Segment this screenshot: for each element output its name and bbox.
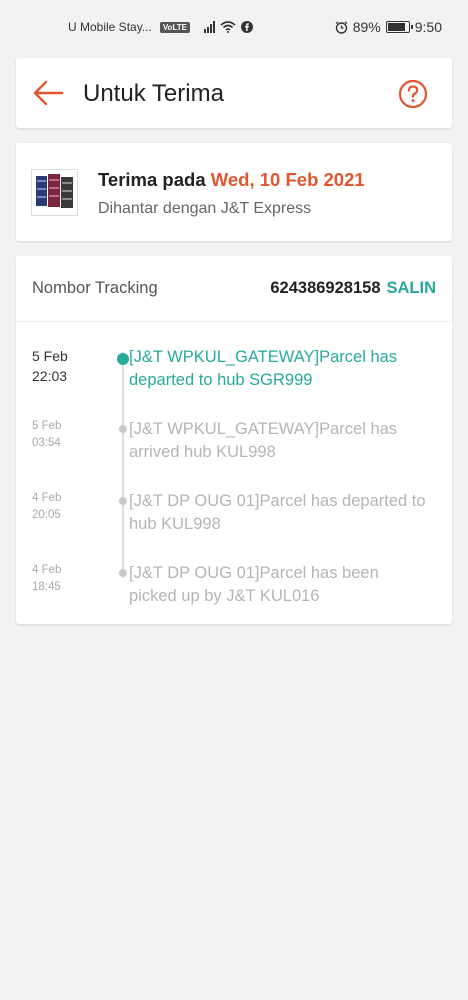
delivery-info-card: Terima pada Wed, 10 Feb 2021 Dihantar de… (16, 143, 452, 241)
timeline-dot (119, 425, 127, 433)
event-date: 4 Feb (32, 564, 62, 576)
carrier-name: U Mobile Stay... (68, 20, 152, 34)
event-datetime: 4 Feb 20:05 (32, 490, 92, 523)
event-date: 5 Feb (32, 420, 62, 432)
alarm-icon (335, 20, 348, 34)
event-time: 03:54 (32, 436, 61, 449)
receive-by-line: Terima pada Wed, 10 Feb 2021 (98, 169, 365, 191)
event-date: 4 Feb (32, 492, 62, 504)
arrow-left-icon[interactable] (32, 80, 64, 106)
tracking-card: Nombor Tracking 624386928158 SALIN 5 Feb… (16, 256, 452, 624)
signal-icon (203, 21, 215, 33)
product-image (32, 170, 77, 215)
wifi-icon (220, 21, 236, 33)
battery-percent: 89% (352, 19, 381, 35)
facebook-icon (240, 21, 253, 33)
clock: 9:50 (414, 19, 442, 35)
tracking-number-row: Nombor Tracking 624386928158 SALIN (16, 256, 452, 322)
event-description: [J&T DP OUG 01]Parcel has been picked up… (129, 564, 379, 605)
event-time: 18:45 (32, 580, 61, 593)
event-datetime: 4 Feb 18:45 (32, 562, 92, 595)
event-description: [J&T WPKUL_GATEWAY]Parcel has arrived hu… (129, 420, 398, 461)
receive-date: Wed, 10 Feb 2021 (210, 169, 365, 190)
question-circle-icon[interactable] (398, 79, 428, 109)
timeline-dot-active (117, 353, 129, 365)
event-description: [J&T DP OUG 01]Parcel has departed to hu… (129, 492, 426, 533)
timeline-dot (119, 497, 127, 505)
event-date: 5 Feb (32, 348, 68, 364)
tracking-timeline: 5 Feb 22:03 [J&T WPKUL_GATEWAY]Parcel ha… (16, 322, 452, 624)
battery-icon (385, 21, 413, 33)
event-description: [J&T WPKUL_GATEWAY]Parcel has departed t… (129, 348, 398, 389)
volte-badge: VoLTE (159, 21, 190, 33)
event-time: 20:05 (32, 508, 61, 521)
courier-text: Dihantar dengan J&T Express (98, 200, 312, 217)
tracking-label: Nombor Tracking (32, 279, 158, 297)
header-bar: Untuk Terima (16, 58, 452, 128)
timeline-dot (119, 569, 127, 577)
page-title: Untuk Terima (83, 80, 224, 107)
product-thumbnail[interactable] (31, 169, 78, 216)
copy-button[interactable]: SALIN (387, 279, 437, 298)
event-datetime: 5 Feb 03:54 (32, 418, 92, 451)
tracking-number: 624386928158 (270, 279, 381, 297)
status-bar: U Mobile Stay... VoLTE 89% 9:50 (0, 0, 468, 54)
receive-prefix: Terima pada (98, 169, 206, 190)
event-time: 22:03 (32, 368, 68, 385)
status-right: 89% 9:50 (335, 19, 442, 35)
status-icons (203, 21, 253, 33)
timeline-line (122, 352, 124, 578)
event-datetime: 5 Feb 22:03 (32, 346, 92, 387)
